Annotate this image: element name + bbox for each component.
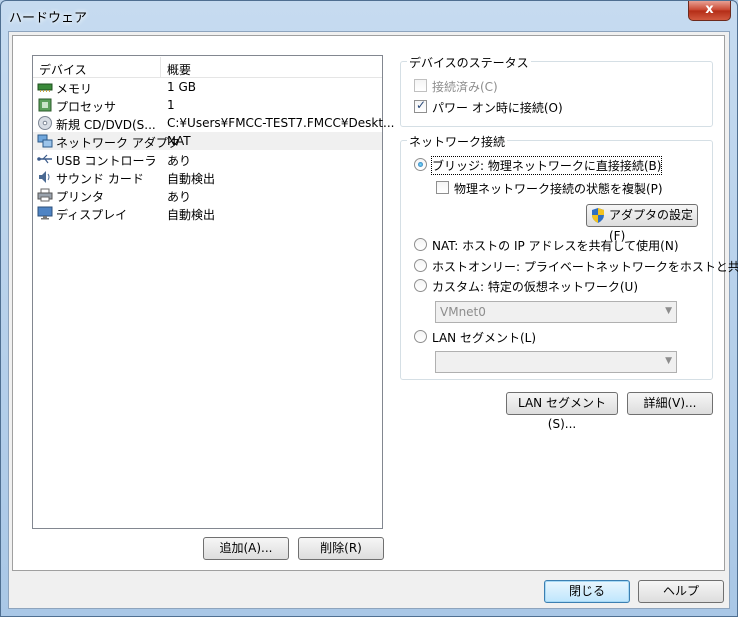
device-row-printer[interactable]: プリンタ あり bbox=[33, 186, 382, 204]
device-row-processor[interactable]: プロセッサ 1 bbox=[33, 96, 382, 114]
column-header-summary[interactable]: 概要 bbox=[167, 61, 191, 78]
device-summary: 自動検出 bbox=[167, 172, 216, 186]
custom-radio[interactable] bbox=[414, 279, 427, 292]
display-icon bbox=[37, 206, 53, 220]
connect-on-power-label: パワー オン時に接続(O) bbox=[432, 101, 563, 115]
network-connection-group: ネットワーク接続 ブリッジ: 物理ネットワークに直接接続(B) 物理ネットワーク… bbox=[400, 133, 738, 380]
bridged-label: ブリッジ: 物理ネットワークに直接接続(B) bbox=[430, 156, 663, 175]
device-list-header: デバイス 概要 bbox=[33, 56, 382, 78]
device-summary: あり bbox=[167, 190, 192, 204]
lan-segment-select[interactable]: ▼ bbox=[435, 351, 677, 373]
device-name: ネットワーク アダプタ bbox=[56, 136, 180, 150]
device-row-display[interactable]: ディスプレイ 自動検出 bbox=[33, 204, 382, 222]
custom-label: カスタム: 特定の仮想ネットワーク(U) bbox=[432, 280, 639, 294]
connect-on-power-checkbox[interactable] bbox=[414, 98, 427, 113]
device-name: 新規 CD/DVD(S... bbox=[56, 118, 156, 132]
printer-icon bbox=[37, 188, 53, 202]
nat-label: NAT: ホストの IP アドレスを共有して使用(N) bbox=[432, 239, 679, 253]
device-name: ディスプレイ bbox=[56, 208, 128, 222]
device-name: メモリ bbox=[56, 82, 93, 96]
remove-device-button[interactable]: 削除(R) bbox=[298, 537, 384, 560]
device-name: USB コントローラ bbox=[56, 154, 157, 168]
lan-segment-label: LAN セグメント(L) bbox=[432, 331, 537, 345]
device-row-memory[interactable]: メモリ 1 GB bbox=[33, 78, 382, 96]
custom-network-select[interactable]: VMnet0 ▼ bbox=[435, 301, 677, 323]
device-status-group: デバイスのステータス 接続済み(C) パワー オン時に接続(O) bbox=[400, 54, 713, 127]
replicate-state-checkbox[interactable] bbox=[436, 181, 449, 194]
device-summary: あり bbox=[167, 154, 192, 168]
help-button[interactable]: ヘルプ bbox=[638, 580, 724, 603]
replicate-state-label: 物理ネットワーク接続の状態を複製(P) bbox=[454, 182, 663, 196]
connected-checkbox[interactable] bbox=[414, 79, 427, 92]
processor-icon bbox=[38, 98, 52, 112]
hardware-window: ハードウェア x デバイス 概要 メモリ 1 GB プロセッサ 1 新規 CD/… bbox=[0, 0, 738, 617]
adapter-settings-button[interactable]: アダプタの設定(F) bbox=[586, 204, 698, 243]
device-row-sound[interactable]: サウンド カード 自動検出 bbox=[33, 168, 382, 186]
connected-label: 接続済み(C) bbox=[432, 80, 498, 94]
host-only-radio[interactable] bbox=[414, 259, 427, 272]
bridged-radio[interactable] bbox=[414, 158, 427, 171]
device-row-cd-dvd[interactable]: 新規 CD/DVD(S... C:¥Users¥FMCC-TEST7.FMCC¥… bbox=[33, 114, 394, 132]
device-name: プリンタ bbox=[56, 190, 105, 204]
window-close-button[interactable]: x bbox=[688, 1, 731, 21]
column-separator[interactable] bbox=[160, 57, 161, 77]
close-button[interactable]: 閉じる bbox=[544, 580, 630, 603]
cd-dvd-icon bbox=[38, 116, 52, 130]
dialog-client: デバイス 概要 メモリ 1 GB プロセッサ 1 新規 CD/DVD(S... bbox=[8, 31, 738, 609]
host-only-label: ホストオンリー: プライベートネットワークをホストと共有(H) bbox=[432, 260, 738, 274]
device-summary: 自動検出 bbox=[167, 208, 216, 222]
chevron-down-icon: ▼ bbox=[665, 356, 672, 366]
device-summary: 1 GB bbox=[167, 80, 196, 94]
custom-network-value: VMnet0 bbox=[440, 305, 486, 319]
sound-icon bbox=[39, 171, 50, 183]
chevron-down-icon: ▼ bbox=[665, 306, 672, 316]
nat-radio[interactable] bbox=[414, 238, 427, 251]
memory-icon bbox=[37, 83, 53, 92]
usb-icon bbox=[37, 154, 52, 164]
lan-segments-button[interactable]: LAN セグメント(S)... bbox=[506, 392, 618, 431]
device-summary: 1 bbox=[167, 98, 175, 112]
window-title: ハードウェア bbox=[9, 11, 88, 26]
network-connection-title: ネットワーク接続 bbox=[407, 133, 508, 150]
shield-icon bbox=[592, 208, 604, 223]
device-name: サウンド カード bbox=[56, 172, 144, 186]
network-adapter-icon bbox=[37, 134, 53, 148]
add-device-button[interactable]: 追加(A)... bbox=[203, 537, 289, 560]
column-header-device[interactable]: デバイス bbox=[39, 61, 87, 78]
device-summary: NAT bbox=[167, 134, 191, 148]
device-status-title: デバイスのステータス bbox=[407, 54, 531, 71]
device-row-usb[interactable]: USB コントローラ あり bbox=[33, 150, 382, 168]
device-name: プロセッサ bbox=[56, 100, 117, 114]
device-row-network-adapter[interactable]: ネットワーク アダプタ NAT bbox=[33, 132, 382, 150]
device-list[interactable]: デバイス 概要 メモリ 1 GB プロセッサ 1 新規 CD/DVD(S... bbox=[32, 55, 394, 529]
title-bar[interactable]: ハードウェア x bbox=[1, 1, 737, 31]
device-summary: C:¥Users¥FMCC-TEST7.FMCC¥Deskt... bbox=[167, 116, 395, 130]
hardware-panel: デバイス 概要 メモリ 1 GB プロセッサ 1 新規 CD/DVD(S... bbox=[12, 35, 738, 571]
advanced-button[interactable]: 詳細(V)... bbox=[627, 392, 713, 415]
lan-segment-radio[interactable] bbox=[414, 330, 427, 343]
